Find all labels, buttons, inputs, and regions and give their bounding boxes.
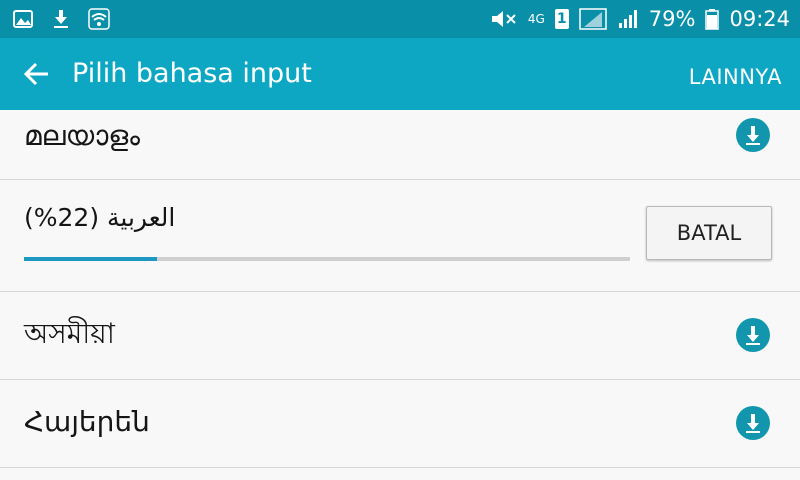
status-bar: 4G 1 79% 09:24 — [0, 0, 800, 38]
signal-icon — [579, 8, 607, 30]
language-label: മലയാളം — [24, 119, 141, 152]
download-icon[interactable] — [736, 406, 770, 440]
wifi-icon — [88, 8, 110, 30]
language-label: Հայերեն — [24, 405, 150, 438]
arrow-left-icon[interactable] — [22, 60, 50, 88]
gallery-icon — [12, 8, 34, 30]
battery-icon — [705, 8, 720, 30]
cancel-button[interactable]: BATAL — [646, 206, 772, 260]
signal-strength-icon — [617, 8, 639, 30]
clock: 09:24 — [729, 7, 790, 31]
list-item[interactable]: অসমীয়া — [0, 292, 800, 380]
page-title: Pilih bahasa input — [72, 58, 312, 89]
battery-percent: 79% — [648, 7, 696, 31]
status-right-icons: 4G 1 79% 09:24 — [488, 6, 790, 32]
language-label: অসমীয়া — [24, 317, 115, 350]
list-item[interactable]: മലയാളം — [0, 110, 800, 180]
more-button[interactable]: LAINNYA — [689, 64, 782, 90]
network-type: 4G — [527, 12, 545, 26]
status-left-icons — [12, 8, 110, 30]
download-icon[interactable] — [736, 318, 770, 352]
download-icon — [50, 8, 72, 30]
sim-badge: 1 — [554, 9, 569, 29]
download-progress-bar — [24, 257, 630, 261]
app-bar: Pilih bahasa input LAINNYA — [0, 38, 800, 110]
list-item[interactable]: Հայերեն — [0, 380, 800, 468]
list-item-downloading: العربية (22%) BATAL — [0, 180, 800, 292]
download-progress-fill — [24, 257, 158, 261]
download-icon[interactable] — [736, 118, 770, 152]
mute-icon — [488, 8, 518, 30]
language-label: العربية (22%) — [24, 203, 176, 232]
